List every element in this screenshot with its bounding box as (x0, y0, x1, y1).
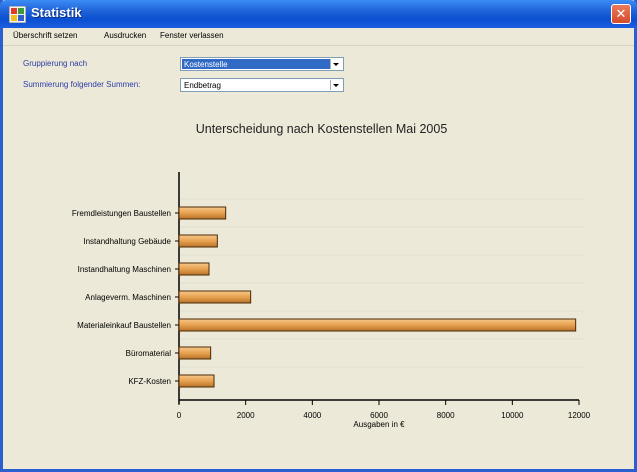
statistik-window: Statistik ✕ Überschrift setzen Ausdrucke… (0, 0, 637, 472)
y-tick-label: Materialeinkauf Baustellen (77, 321, 171, 330)
x-tick-label: 0 (177, 411, 182, 420)
bar (178, 234, 218, 248)
y-tick-label: KFZ-Kosten (128, 377, 171, 386)
y-tick-label: Büromaterial (126, 349, 172, 358)
x-tick-label: 12000 (568, 411, 591, 420)
y-tick-label: Anlageverm. Maschinen (85, 293, 171, 302)
bar-chart: 0 2000 4000 6000 8000 10000 12000 Ausgaben in €… (72, 172, 591, 429)
bar (178, 206, 227, 220)
bar (178, 318, 577, 332)
bar (178, 346, 212, 360)
x-tick-label: 4000 (303, 411, 321, 420)
x-axis-label: Ausgaben in € (353, 420, 405, 429)
x-tick-label: 10000 (501, 411, 524, 420)
y-tick-label: Instandhaltung Maschinen (78, 265, 171, 274)
y-tick-label: Instandhaltung Gebäude (83, 237, 171, 246)
bar (178, 374, 215, 388)
x-tick-label: 8000 (437, 411, 455, 420)
x-tick-label: 6000 (370, 411, 388, 420)
bar (178, 290, 252, 304)
y-tick-label: Fremdleistungen Baustellen (72, 209, 171, 218)
x-tick-label: 2000 (237, 411, 255, 420)
bar (178, 262, 210, 276)
